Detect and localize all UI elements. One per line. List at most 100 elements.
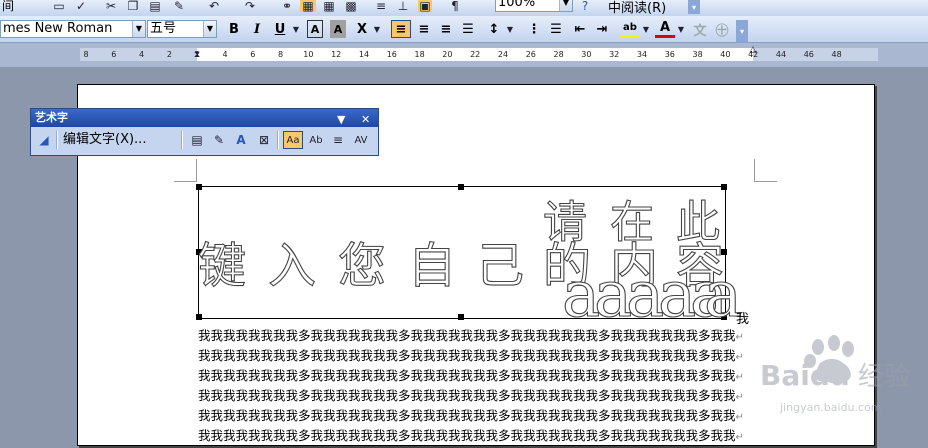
- line-spacing-button[interactable]: ↕: [484, 20, 504, 38]
- enclose-char-icon: ㊉: [715, 23, 729, 39]
- char-border-button[interactable]: A: [307, 20, 323, 38]
- format-wordart-icon[interactable]: ✎: [209, 131, 229, 149]
- italic-button[interactable]: I: [247, 20, 267, 38]
- copy-icon[interactable]: ❐: [126, 0, 140, 13]
- insert-wordart-icon[interactable]: ◢: [35, 131, 53, 149]
- ruler-tick-label: 8: [83, 50, 89, 59]
- phonetic-guide-button[interactable]: 文: [690, 20, 710, 39]
- justify-button[interactable]: ☰: [458, 20, 478, 38]
- increase-indent-button[interactable]: ⇥: [592, 20, 612, 38]
- font-size-combo[interactable]: 五号 ▼: [147, 20, 217, 38]
- separator: [56, 131, 58, 149]
- numbering-button[interactable]: ⋮: [524, 20, 544, 38]
- preview-icon[interactable]: ▭: [52, 0, 66, 13]
- wordart-char: 您: [337, 237, 387, 294]
- body-line: 我我我我我我我我多我我我我我我我多我我我我我我我多我我我我我我我多我我我我我我我…: [198, 326, 743, 348]
- alignment-icon[interactable]: ≡: [329, 131, 347, 149]
- enclose-char-button[interactable]: ㊉: [712, 20, 732, 39]
- tables-borders-icon[interactable]: ▦: [300, 0, 316, 13]
- indent-marker-icon[interactable]: ⧗: [192, 47, 202, 63]
- handle-top-left[interactable]: [196, 184, 202, 190]
- char-shading-button[interactable]: A: [330, 20, 346, 38]
- ruler-tick-label: 30: [581, 50, 592, 59]
- cut-icon[interactable]: ✂: [104, 0, 118, 13]
- paragraph-mark-icon: ↵: [735, 332, 743, 343]
- hyperlink-icon[interactable]: ⚭: [280, 0, 294, 13]
- underline-button[interactable]: U: [270, 20, 290, 38]
- close-icon[interactable]: ✕: [361, 111, 370, 129]
- highlight-button[interactable]: ab: [620, 20, 640, 38]
- toolbar-options-icon[interactable]: ▾: [688, 0, 700, 14]
- align-right-button[interactable]: ≡: [436, 20, 456, 38]
- toolbar-menu-icon[interactable]: ▼: [337, 111, 345, 129]
- wordart-shape-icon[interactable]: A: [231, 131, 251, 149]
- zoom-dropdown-icon[interactable]: ▼: [559, 0, 572, 11]
- ruler-tick-label: 2: [166, 50, 172, 59]
- paste-icon[interactable]: ▤: [148, 0, 162, 13]
- font-name-dropdown-icon[interactable]: ▼: [132, 21, 145, 37]
- insert-table-icon[interactable]: ▦: [322, 0, 336, 13]
- reading-mode-button[interactable]: 中阅读(R): [608, 0, 666, 16]
- phonetic-guide-icon: 文: [693, 23, 707, 39]
- ruler-tick-label: 6: [250, 50, 256, 59]
- font-color-button[interactable]: A: [655, 20, 675, 38]
- columns-icon[interactable]: ≡: [374, 0, 388, 13]
- ruler-tick-label: 32: [609, 50, 620, 59]
- body-line-text: 我我我我我我我我多我我我我我我我多我我我我我我我多我我我我我我我多我我我我我我我…: [198, 368, 736, 383]
- right-indent-marker-icon[interactable]: △: [748, 45, 758, 55]
- show-hide-icon[interactable]: ¶: [448, 0, 462, 13]
- ruler-tick-label: 24: [497, 50, 509, 59]
- spellcheck-icon[interactable]: ✓: [74, 0, 88, 13]
- watermark-brand: Baidu: [760, 359, 850, 392]
- line-spacing-dropdown-icon[interactable]: ▼: [505, 20, 515, 38]
- underline-dropdown-icon[interactable]: ▼: [291, 20, 301, 38]
- same-letter-heights-button[interactable]: Aa: [283, 131, 303, 149]
- ruler-tick-label: 26: [525, 50, 536, 59]
- standard-toolbar: 间 ▭ ✓ ✂ ❐ ▤ ✎ ↶ ↷ ⚭ ▦ ▦ ▩ ≡ ⊥ ▣ ¶ 100% ▼…: [0, 0, 928, 17]
- align-left-button[interactable]: ≡: [391, 20, 411, 38]
- wordart-toolbar-titlebar[interactable]: 艺术字 ▼ ✕: [31, 109, 378, 127]
- bold-button[interactable]: B: [224, 20, 244, 38]
- font-color-dropdown-icon[interactable]: ▼: [676, 20, 686, 38]
- zoom-combo[interactable]: 100% ▼: [495, 0, 573, 12]
- bullets-button[interactable]: ☰: [546, 20, 566, 38]
- paragraph-mark-icon: ↵: [735, 392, 743, 403]
- handle-top-middle[interactable]: [458, 184, 464, 190]
- char-scale-button[interactable]: X: [352, 20, 372, 38]
- wordart-char: 己: [475, 237, 525, 294]
- wordart-toolbar[interactable]: 艺术字 ▼ ✕ ◢ 编辑文字(X)... ▤ ✎ A ⊠ Aa Ab ≡ AV: [30, 108, 379, 156]
- format-painter-icon[interactable]: ✎: [172, 0, 186, 13]
- font-name-combo[interactable]: mes New Roman ▼: [0, 20, 146, 38]
- document-map-icon[interactable]: ▣: [418, 0, 432, 13]
- help-icon[interactable]: ?: [578, 0, 592, 13]
- handle-bottom-left[interactable]: [196, 314, 202, 320]
- char-scale-dropdown-icon[interactable]: ▼: [372, 20, 382, 38]
- wordart-toolbar-title: 艺术字: [35, 111, 68, 124]
- vertical-text-icon[interactable]: Ab: [307, 131, 325, 149]
- handle-bottom-middle[interactable]: [458, 314, 464, 320]
- horizontal-ruler[interactable]: 8 6 4 2 2 4 6 8 10 12 14 16 18 20 22 24 26 28 30 32 34 36 38 40…: [0, 43, 928, 67]
- handle-top-right[interactable]: [721, 184, 727, 190]
- edit-text-button[interactable]: 编辑文字(X)...: [63, 131, 146, 149]
- menu-fragment[interactable]: 间: [2, 0, 14, 12]
- crop-mark-top-right: [754, 159, 777, 182]
- formatting-options-icon[interactable]: ▾: [736, 20, 748, 42]
- ruler-tick-label: 22: [470, 50, 481, 59]
- ruler-tick-label: 28: [553, 50, 564, 59]
- highlight-dropdown-icon[interactable]: ▼: [641, 20, 651, 38]
- redo-icon[interactable]: ↷: [240, 0, 260, 13]
- watermark-site: jingyan.baidu.com: [779, 401, 882, 414]
- wordart-gallery-icon[interactable]: ▤: [187, 131, 207, 149]
- body-line: 我我我我我我我我多我我我我我我我多我我我我我我我多我我我我我我我多我我我我我我我…: [198, 366, 743, 388]
- insert-excel-icon[interactable]: ▩: [344, 0, 358, 13]
- body-line: 我我我我我我我我多我我我我我我我多我我我我我我我多我我我我我我我多我我我我我我我…: [198, 346, 743, 368]
- undo-icon[interactable]: ↶: [204, 0, 224, 13]
- crop-mark-top-left: [174, 159, 197, 182]
- align-center-button[interactable]: ≡: [414, 20, 434, 38]
- text-wrapping-icon[interactable]: ⊠: [255, 131, 273, 149]
- body-line: 我我我我我我我我多我我我我我我我多我我我我我我我多我我我我我我我多我我我我我我我…: [198, 406, 743, 428]
- decrease-indent-button[interactable]: ⇤: [570, 20, 590, 38]
- font-size-dropdown-icon[interactable]: ▼: [203, 21, 216, 37]
- character-spacing-button[interactable]: AV: [351, 131, 371, 149]
- drawing-icon[interactable]: ⊥: [396, 0, 410, 13]
